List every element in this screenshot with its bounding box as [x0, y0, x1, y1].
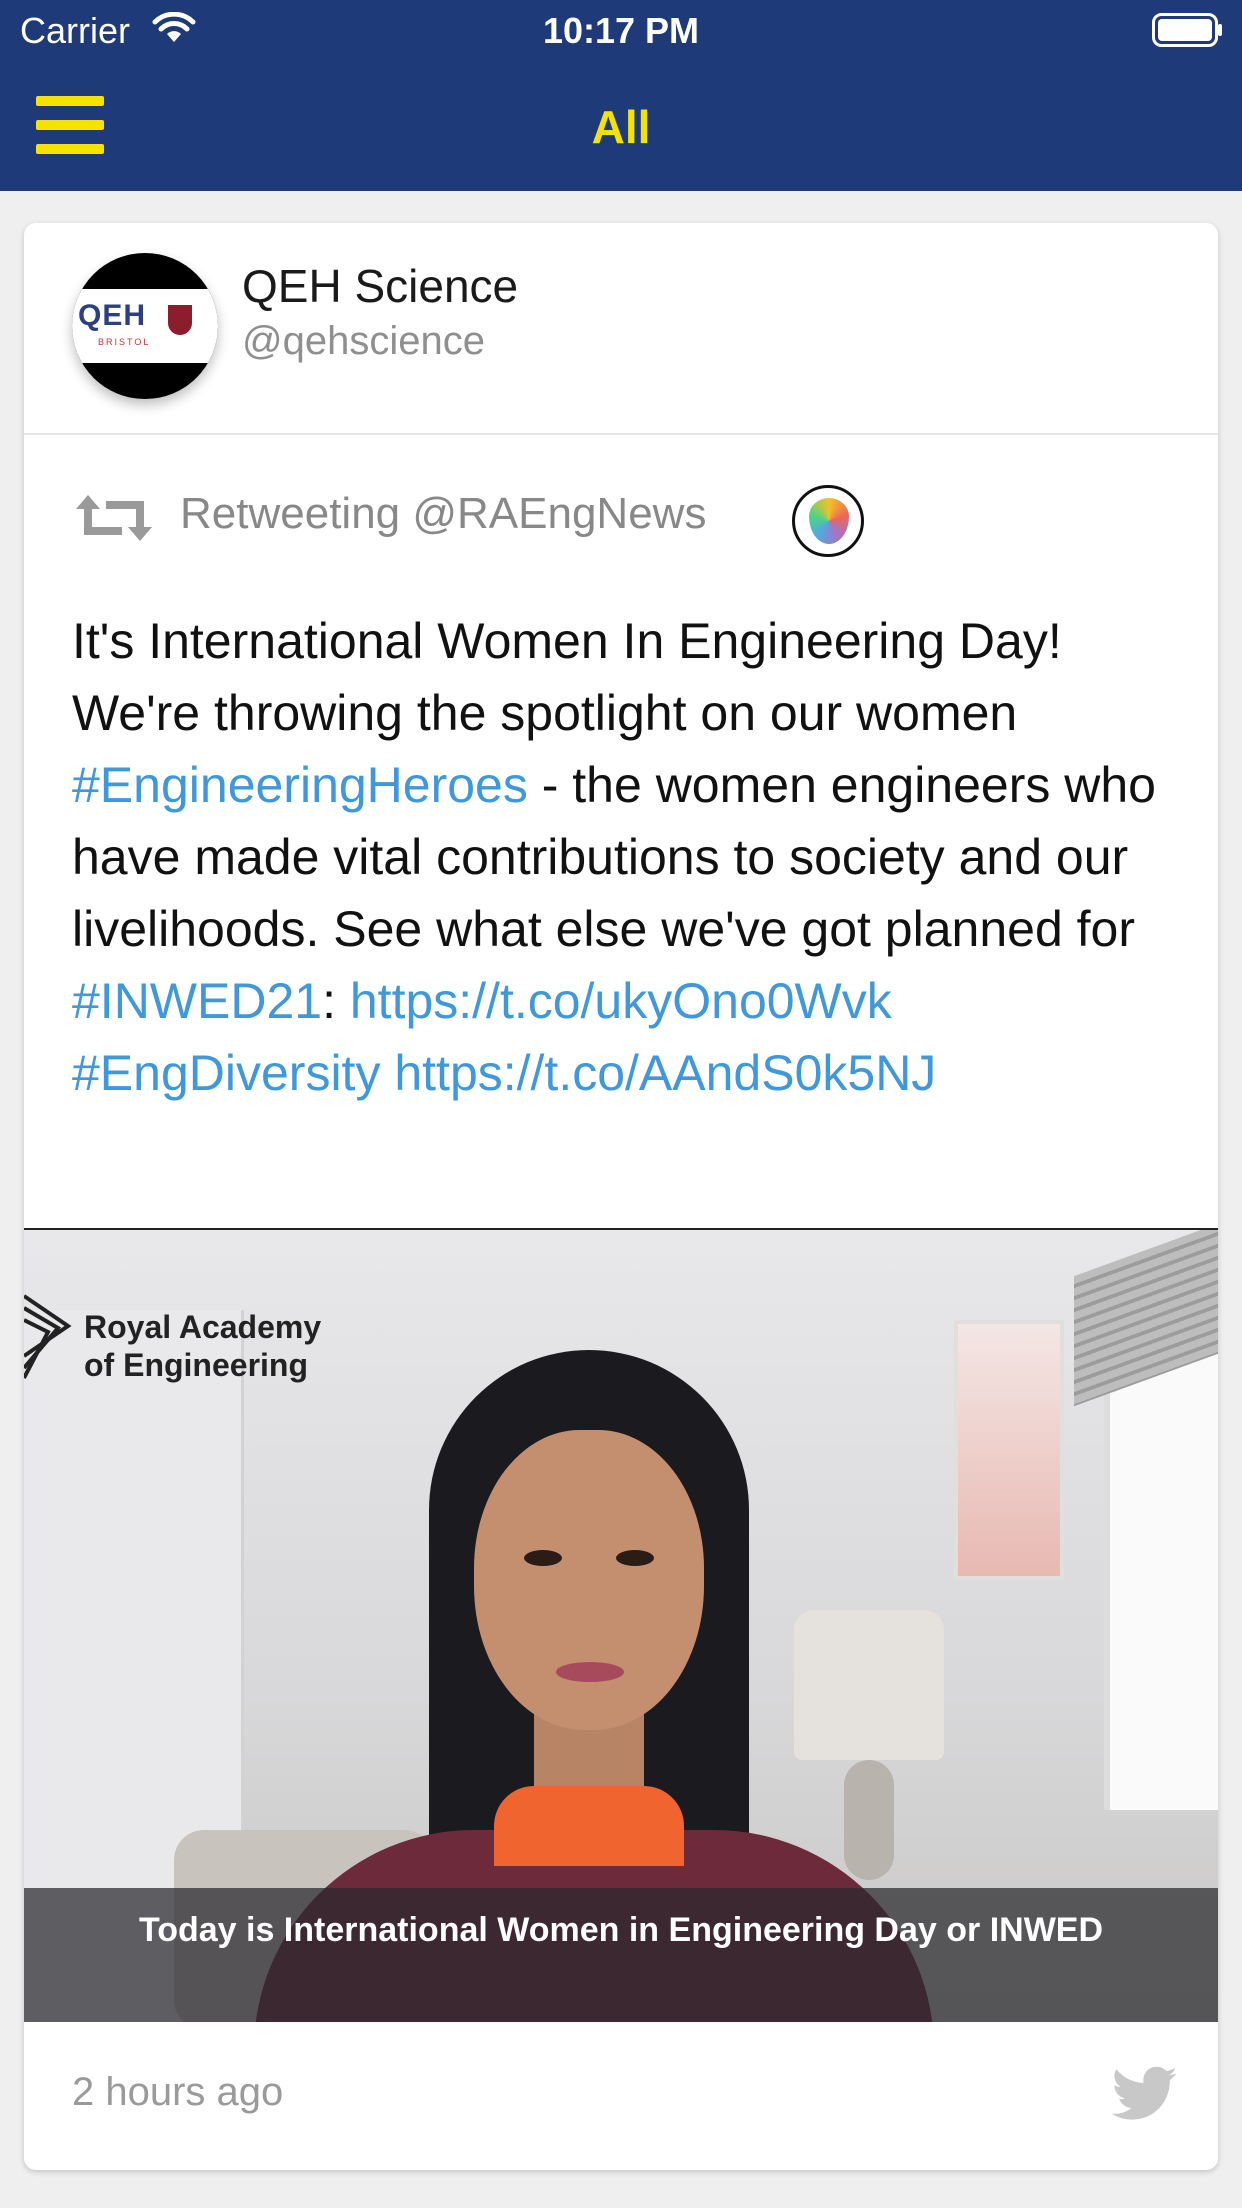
retweet-indicator: Retweeting @RAEngNews: [72, 485, 1172, 565]
twitter-bird-icon[interactable]: [1111, 2066, 1178, 2127]
hashtag-link[interactable]: #EngDiversity: [72, 1045, 380, 1101]
tweet-timestamp: 2 hours ago: [72, 2070, 284, 2114]
author-handle[interactable]: @qehscience: [242, 319, 485, 364]
url-link[interactable]: https://t.co/ukyOno0Wvk: [350, 973, 892, 1029]
video-caption: Today is International Women in Engineer…: [138, 1911, 1104, 1949]
tweet-media-video[interactable]: Royal Academy of Engineering Today is In…: [24, 1228, 1218, 2022]
background-artwork: [954, 1320, 1064, 1580]
url-link[interactable]: https://t.co/AAndS0k5NJ: [394, 1045, 936, 1101]
raeng-logo-icon: [24, 1286, 74, 1386]
avatar-logo-text: QEH: [78, 299, 147, 332]
page-title: All: [591, 101, 651, 153]
presenter-collar: [494, 1786, 684, 1866]
tweet-text-segment: :: [322, 973, 350, 1029]
tweet-text: It's International Women In Engineering …: [72, 605, 1182, 1109]
tweet-footer: 2 hours ago: [24, 2022, 1218, 2170]
presenter-lips: [556, 1662, 624, 1682]
hashtag-link[interactable]: #EngineeringHeroes: [72, 757, 528, 813]
retweeted-account-avatar[interactable]: [792, 485, 864, 557]
status-time: 10:17 PM: [542, 10, 700, 51]
presenter-right-eye: [616, 1550, 654, 1566]
raeng-logo-text: Royal Academy of Engineering: [84, 1309, 322, 1383]
author-name[interactable]: QEH Science: [242, 259, 518, 313]
tweet-text-segment: [380, 1045, 394, 1101]
hashtag-link[interactable]: #INWED21: [72, 973, 322, 1029]
tweet-author: QEH BRISTOL QEH Science @qehscience: [24, 223, 1218, 435]
video-caption-bar: Today is International Women in Engineer…: [24, 1888, 1218, 2022]
lamp-shade: [794, 1610, 944, 1760]
avatar-logo-sub: BRISTOL: [98, 337, 151, 347]
tweet-card[interactable]: QEH BRISTOL QEH Science @qehscience Retw…: [24, 223, 1218, 2170]
battery-icon: [1152, 13, 1224, 52]
shield-icon: [168, 305, 192, 335]
app-header: Carrier 10:17 PM All: [0, 0, 1242, 191]
status-bar: Carrier 10:17 PM: [0, 0, 1242, 62]
retweet-icon: [72, 489, 156, 552]
presenter-face: [474, 1430, 704, 1730]
retweet-label[interactable]: Retweeting @RAEngNews: [180, 489, 706, 539]
avatar[interactable]: QEH BRISTOL: [72, 253, 218, 399]
navigation-bar: All: [0, 62, 1242, 191]
presenter-left-eye: [524, 1550, 562, 1566]
lamp-base: [844, 1760, 894, 1880]
tweet-text-segment: It's International Women In Engineering …: [72, 613, 1062, 741]
